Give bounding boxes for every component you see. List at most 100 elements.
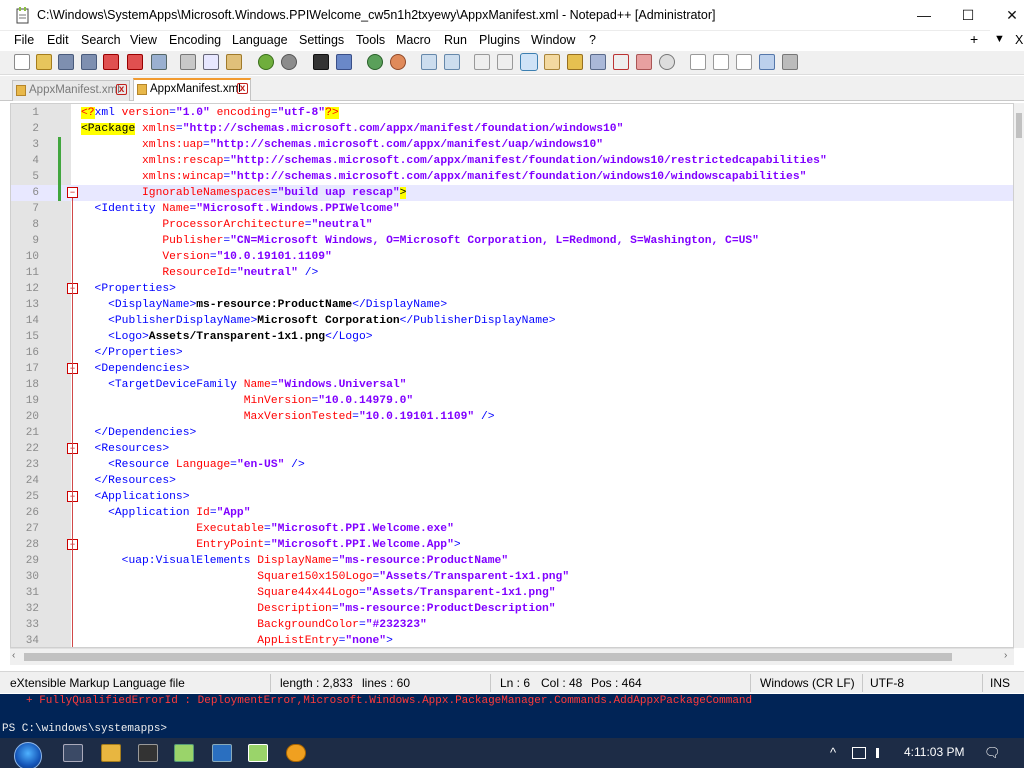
new-tab-plus-button[interactable]: + [970, 31, 978, 47]
close-icon[interactable] [103, 54, 119, 70]
horizontal-scroll-thumb[interactable] [24, 653, 952, 661]
code-line[interactable]: 26 <Application Id="App" [11, 505, 1013, 521]
code-line[interactable]: 32 Description="ms-resource:ProductDescr… [11, 601, 1013, 617]
code-line[interactable]: 21 </Dependencies> [11, 425, 1013, 441]
show-hidden-icons[interactable]: ^ [830, 745, 836, 761]
menu-help[interactable]: ? [589, 33, 596, 47]
zoom-out-icon[interactable] [390, 54, 406, 70]
close-document-button[interactable]: X [1015, 33, 1023, 47]
word-wrap-icon[interactable] [474, 54, 490, 70]
menu-language[interactable]: Language [232, 33, 288, 47]
maximize-button[interactable]: ☐ [946, 0, 990, 31]
tab-close-icon[interactable]: x [237, 83, 248, 94]
powershell-console[interactable]: + FullyQualifiedErrorId : DeploymentErro… [0, 694, 1024, 739]
vertical-scrollbar[interactable] [1014, 103, 1024, 648]
zoom-in-icon[interactable] [367, 54, 383, 70]
code-line[interactable]: 33 BackgroundColor="#232323" [11, 617, 1013, 633]
volume-icon[interactable] [876, 748, 886, 758]
sync-horizontal-icon[interactable] [444, 54, 460, 70]
system-clock[interactable]: 4:11:03 PM [904, 745, 964, 759]
code-line[interactable]: 16 </Properties> [11, 345, 1013, 361]
scroll-right-arrow[interactable]: › [1004, 650, 1007, 661]
cut-icon[interactable] [180, 54, 196, 70]
notification-center-icon[interactable]: 🗨 [984, 745, 1001, 761]
code-line[interactable]: 22 <Resources> [11, 441, 1013, 457]
code-line[interactable]: 20 MaxVersionTested="10.0.19101.1109" /> [11, 409, 1013, 425]
code-line[interactable]: 31 Square44x44Logo="Assets/Transparent-1… [11, 585, 1013, 601]
fold-collapse-icon[interactable]: − [67, 187, 78, 198]
powershell-taskbar-icon[interactable] [212, 744, 232, 762]
tab-appxmanifest-inactive[interactable]: AppxManifest.xml x [12, 80, 130, 101]
menu-settings[interactable]: Settings [299, 33, 344, 47]
new-file-icon[interactable] [14, 54, 30, 70]
code-line[interactable]: 5 xmlns:wincap="http://schemas.microsoft… [11, 169, 1013, 185]
save-icon[interactable] [58, 54, 74, 70]
code-line[interactable]: 9 Publisher="CN=Microsoft Windows, O=Mic… [11, 233, 1013, 249]
code-line[interactable]: 15 <Logo>Assets/Transparent-1x1.png</Log… [11, 329, 1013, 345]
minimize-button[interactable]: — [902, 0, 946, 31]
code-line[interactable]: 6 IgnorableNamespaces="build uap rescap"… [11, 185, 1013, 201]
code-line[interactable]: 13 <DisplayName>ms-resource:ProductName<… [11, 297, 1013, 313]
code-line[interactable]: 27 Executable="Microsoft.PPI.Welcome.exe… [11, 521, 1013, 537]
code-line[interactable]: 18 <TargetDeviceFamily Name="Windows.Uni… [11, 377, 1013, 393]
status-encoding[interactable]: UTF-8 [870, 676, 904, 690]
menu-edit[interactable]: Edit [47, 33, 69, 47]
indent-guide-icon[interactable] [520, 53, 538, 71]
redo-icon[interactable] [281, 54, 297, 70]
file-explorer-icon[interactable] [101, 744, 121, 762]
code-line[interactable]: 17 <Dependencies> [11, 361, 1013, 377]
menu-tools[interactable]: Tools [356, 33, 385, 47]
code-line[interactable]: 7 <Identity Name="Microsoft.Windows.PPIW… [11, 201, 1013, 217]
network-icon[interactable] [852, 747, 866, 759]
menu-view[interactable]: View [130, 33, 157, 47]
notepadpp-active-icon[interactable] [248, 744, 268, 762]
editor-area[interactable]: 1 <?xml version="1.0" encoding="utf-8"?> 2… [10, 103, 1014, 648]
copy-icon[interactable] [203, 54, 219, 70]
code-line[interactable]: 28 EntryPoint="Microsoft.PPI.Welcome.App… [11, 537, 1013, 553]
code-line[interactable]: 8 ProcessorArchitecture="neutral" [11, 217, 1013, 233]
close-button[interactable]: ✕ [990, 0, 1024, 31]
sync-vertical-icon[interactable] [421, 54, 437, 70]
play-macro-icon[interactable] [736, 54, 752, 70]
code-line[interactable]: 1 <?xml version="1.0" encoding="utf-8"?> [11, 105, 1013, 121]
close-all-icon[interactable] [127, 54, 143, 70]
code-line[interactable]: 12 <Properties> [11, 281, 1013, 297]
open-file-icon[interactable] [36, 54, 52, 70]
vertical-scroll-thumb[interactable] [1016, 113, 1022, 138]
code-line[interactable]: 14 <PublisherDisplayName>Microsoft Corpo… [11, 313, 1013, 329]
code-line[interactable]: 2 <Package xmlns="http://schemas.microsof… [11, 121, 1013, 137]
status-eol[interactable]: Windows (CR LF) [760, 676, 855, 690]
code-line[interactable]: 24 </Resources> [11, 473, 1013, 489]
search-tool-icon[interactable] [286, 744, 306, 762]
menu-run[interactable]: Run [444, 33, 467, 47]
doc-list-icon[interactable] [590, 54, 606, 70]
tab-appxmanifest-active[interactable]: AppxManifest.xml x [133, 78, 251, 101]
udl-icon[interactable] [544, 54, 560, 70]
run-macro-multiple-icon[interactable] [759, 54, 775, 70]
tab-list-dropdown[interactable]: ▼ [994, 33, 1005, 45]
doc-map-icon[interactable] [567, 54, 583, 70]
code-line[interactable]: 4 xmlns:rescap="http://schemas.microsoft… [11, 153, 1013, 169]
save-all-icon[interactable] [81, 54, 97, 70]
menu-file[interactable]: File [14, 33, 34, 47]
stop-macro-icon[interactable] [713, 54, 729, 70]
code-line[interactable]: 19 MinVersion="10.0.14979.0" [11, 393, 1013, 409]
code-line[interactable]: 3 xmlns:uap="http://schemas.microsoft.co… [11, 137, 1013, 153]
code-line[interactable]: 25 <Applications> [11, 489, 1013, 505]
task-view-icon[interactable] [63, 744, 83, 762]
code-line[interactable]: 23 <Resource Language="en-US" /> [11, 457, 1013, 473]
menu-search[interactable]: Search [81, 33, 121, 47]
code-line[interactable]: 30 Square150x150Logo="Assets/Transparent… [11, 569, 1013, 585]
save-macro-icon[interactable] [782, 54, 798, 70]
code-line[interactable]: 29 <uap:VisualElements DisplayName="ms-r… [11, 553, 1013, 569]
record-macro-icon[interactable] [690, 54, 706, 70]
show-all-chars-icon[interactable] [497, 54, 513, 70]
folder-workspace-icon[interactable] [636, 54, 652, 70]
code-line[interactable]: 10 Version="10.0.19101.1109" [11, 249, 1013, 265]
menu-plugins[interactable]: Plugins [479, 33, 520, 47]
print-icon[interactable] [151, 54, 167, 70]
scroll-left-arrow[interactable]: ‹ [12, 650, 15, 661]
horizontal-scrollbar[interactable]: ‹ › [10, 648, 1014, 665]
paste-icon[interactable] [226, 54, 242, 70]
tab-close-icon[interactable]: x [116, 84, 127, 95]
